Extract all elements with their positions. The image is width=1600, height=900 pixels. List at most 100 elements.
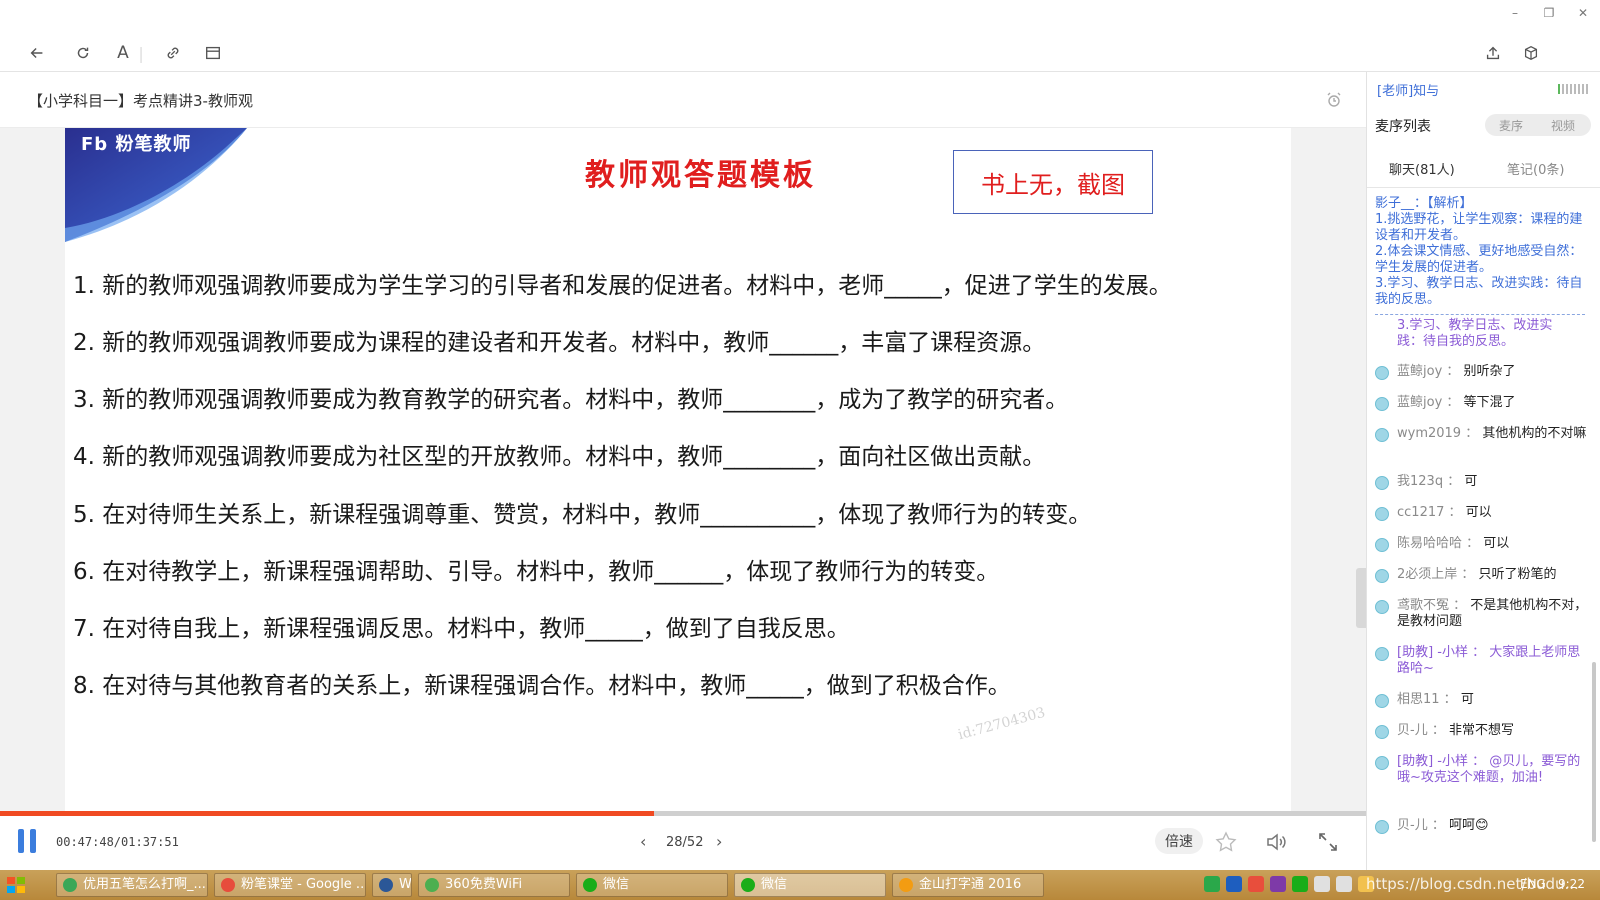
pinned-message-tail: 3.学习、教学日志、改进实践：待自我的反思。: [1397, 318, 1553, 349]
question-line: 3. 新的教师观强调教师要成为教育教学的研究者。材料中，教师________，成…: [73, 387, 1069, 413]
chat-user: 我123q: [1397, 474, 1444, 489]
app-tray-icon[interactable]: [1248, 876, 1264, 892]
restore-button[interactable]: ❐: [1532, 0, 1566, 26]
window-controls: – ❐ ✕: [1480, 0, 1600, 26]
collapse-panel-handle[interactable]: [1356, 568, 1366, 628]
windows-start-icon[interactable]: [6, 876, 26, 894]
watermark: id:72704303: [956, 704, 1047, 744]
chat-text: 可: [1460, 692, 1474, 707]
taskbar-item[interactable]: 360免费WiFi: [418, 873, 570, 897]
mic-queue-row: 麦序列表 麦序 视频: [1367, 106, 1600, 142]
chrome-icon: [63, 878, 77, 892]
chat-scrollbar[interactable]: [1592, 662, 1596, 842]
avatar-icon: [1375, 725, 1389, 739]
word-icon: [379, 878, 393, 892]
avatar-icon: [1375, 694, 1389, 708]
question-line: 7. 在对待自我上，新课程强调反思。材料中，教师_____，做到了自我反思。: [73, 616, 850, 642]
course-header: 【小学科目一】考点精讲3-教师观: [0, 72, 1366, 128]
chat-text: 呵呵😊: [1448, 818, 1489, 833]
chat-user: cc1217: [1397, 505, 1445, 520]
chat-text: 只听了粉笔的: [1478, 567, 1557, 582]
avatar-icon: [1375, 756, 1389, 770]
fullscreen-icon[interactable]: [1316, 830, 1340, 854]
onenote-icon[interactable]: [1270, 876, 1286, 892]
browser-toolbar: A |: [0, 34, 1600, 72]
question-line: 6. 在对待教学上，新课程强调帮助、引导。材料中，教师______，体现了教师行…: [73, 559, 1000, 585]
close-button[interactable]: ✕: [1566, 0, 1600, 26]
input-language[interactable]: ENG: [1520, 877, 1546, 891]
taskbar-item[interactable]: 粉笔课堂 - Google ...: [214, 873, 366, 897]
slide-canvas: Fb 粉笔教师 教师观答题模板 书上无，截图 1. 新的教师观强调教师要成为学生…: [65, 128, 1291, 811]
mic-video-toggle[interactable]: 麦序 视频: [1485, 114, 1591, 136]
tray-icon[interactable]: [1336, 876, 1352, 892]
clock[interactable]: 9:22: [1558, 877, 1585, 891]
minimize-button[interactable]: –: [1498, 0, 1532, 26]
speed-button[interactable]: 倍速: [1155, 828, 1203, 854]
avatar-icon: [1375, 820, 1389, 834]
chat-user: 蓝鲸joy: [1397, 395, 1443, 410]
chat-text: 等下混了: [1463, 395, 1516, 410]
chat-list: 影子__：【解析】 1.挑选野花，让学生观察：课程的建设者和开发者。 2.体会课…: [1375, 196, 1588, 834]
system-tray: [1204, 876, 1374, 894]
taskbar-item[interactable]: 微信: [734, 873, 886, 897]
chat-user: 2必须上岸: [1397, 567, 1458, 582]
slide-heading: 教师观答题模板: [585, 158, 816, 193]
avatar-icon: [1375, 647, 1389, 661]
avatar-icon: [1375, 428, 1389, 442]
prev-page-button[interactable]: ‹: [640, 832, 646, 851]
taskbar-item[interactable]: 金山打字通 2016: [892, 873, 1044, 897]
chat-tabs: 聊天(81人) 笔记(0条): [1367, 148, 1600, 188]
question-line: 2. 新的教师观强调教师要成为课程的建设者和开发者。材料中，教师______，丰…: [73, 330, 1046, 356]
alarm-icon[interactable]: [1324, 90, 1344, 110]
window-icon[interactable]: [202, 42, 224, 64]
logo-text: Fb 粉笔教师: [81, 134, 192, 155]
refresh-icon[interactable]: [72, 42, 94, 64]
avatar-icon: [1375, 397, 1389, 411]
bluetooth-icon[interactable]: [1226, 876, 1242, 892]
pause-button[interactable]: [18, 829, 40, 853]
tray-icon[interactable]: [1314, 876, 1330, 892]
avatar-icon: [1375, 507, 1389, 521]
typing-app-icon: [899, 878, 913, 892]
taskbar-item[interactable]: W: [372, 873, 412, 897]
volume-icon[interactable]: [1264, 830, 1288, 854]
star-icon[interactable]: [1214, 830, 1238, 854]
chat-user: 陈易哈哈哈: [1397, 536, 1463, 551]
chat-text: 其他机构的不对嘛: [1482, 426, 1587, 441]
toggle-mic-queue[interactable]: 麦序: [1499, 117, 1523, 134]
chat-user: 贝-儿: [1397, 723, 1428, 738]
question-line: 5. 在对待师生关系上，新课程强调尊重、赞赏，材料中，教师__________，…: [73, 502, 1092, 528]
question-line: 8. 在对待与其他教育者的关系上，新课程强调合作。材料中，教师_____，做到了…: [73, 673, 1011, 699]
time-readout: 00:47:48/01:37:51: [56, 835, 179, 849]
network-icon[interactable]: [1204, 876, 1220, 892]
share-icon[interactable]: [1482, 42, 1504, 64]
link-icon[interactable]: [162, 42, 184, 64]
wechat-icon: [741, 878, 755, 892]
back-arrow-icon[interactable]: [26, 42, 48, 64]
toggle-video[interactable]: 视频: [1551, 117, 1575, 134]
csdn-watermark: https://blog.csdn.net/budu...: [1366, 875, 1579, 893]
chat-user: [助教] -小样: [1397, 754, 1468, 769]
mic-queue-label: 麦序列表: [1375, 119, 1431, 135]
font-icon[interactable]: A: [112, 42, 134, 64]
chat-text: 非常不想写: [1448, 723, 1514, 738]
chat-user: 鸢歌不冤: [1397, 598, 1450, 613]
taskbar: 优用五笔怎么打啊_... 粉笔课堂 - Google ... W 360免费Wi…: [0, 870, 1600, 900]
player-controls: 00:47:48/01:37:51 ‹ 28/52 › 倍速: [0, 816, 1366, 870]
next-page-button[interactable]: ›: [716, 832, 722, 851]
chat-text: 可以: [1465, 505, 1492, 520]
wifi-app-icon: [425, 878, 439, 892]
taskbar-item[interactable]: 优用五笔怎么打啊_...: [56, 873, 208, 897]
tab-notes[interactable]: 笔记(0条): [1507, 159, 1564, 178]
chat-text: 可以: [1483, 536, 1510, 551]
chat-panel: [老师]知与 麦序列表 麦序 视频 聊天(81人) 笔记(0条) 影子__：【解…: [1366, 72, 1600, 870]
chat-user: wym2019: [1397, 426, 1462, 441]
cube-icon[interactable]: [1520, 42, 1542, 64]
chat-user: [助教] -小样: [1397, 645, 1468, 660]
page-counter: 28/52: [666, 835, 704, 850]
wechat-tray-icon[interactable]: [1292, 876, 1308, 892]
taskbar-item[interactable]: 微信: [576, 873, 728, 897]
avatar-icon: [1375, 569, 1389, 583]
note-box: 书上无，截图: [953, 150, 1153, 214]
tab-chat[interactable]: 聊天(81人): [1389, 159, 1455, 178]
